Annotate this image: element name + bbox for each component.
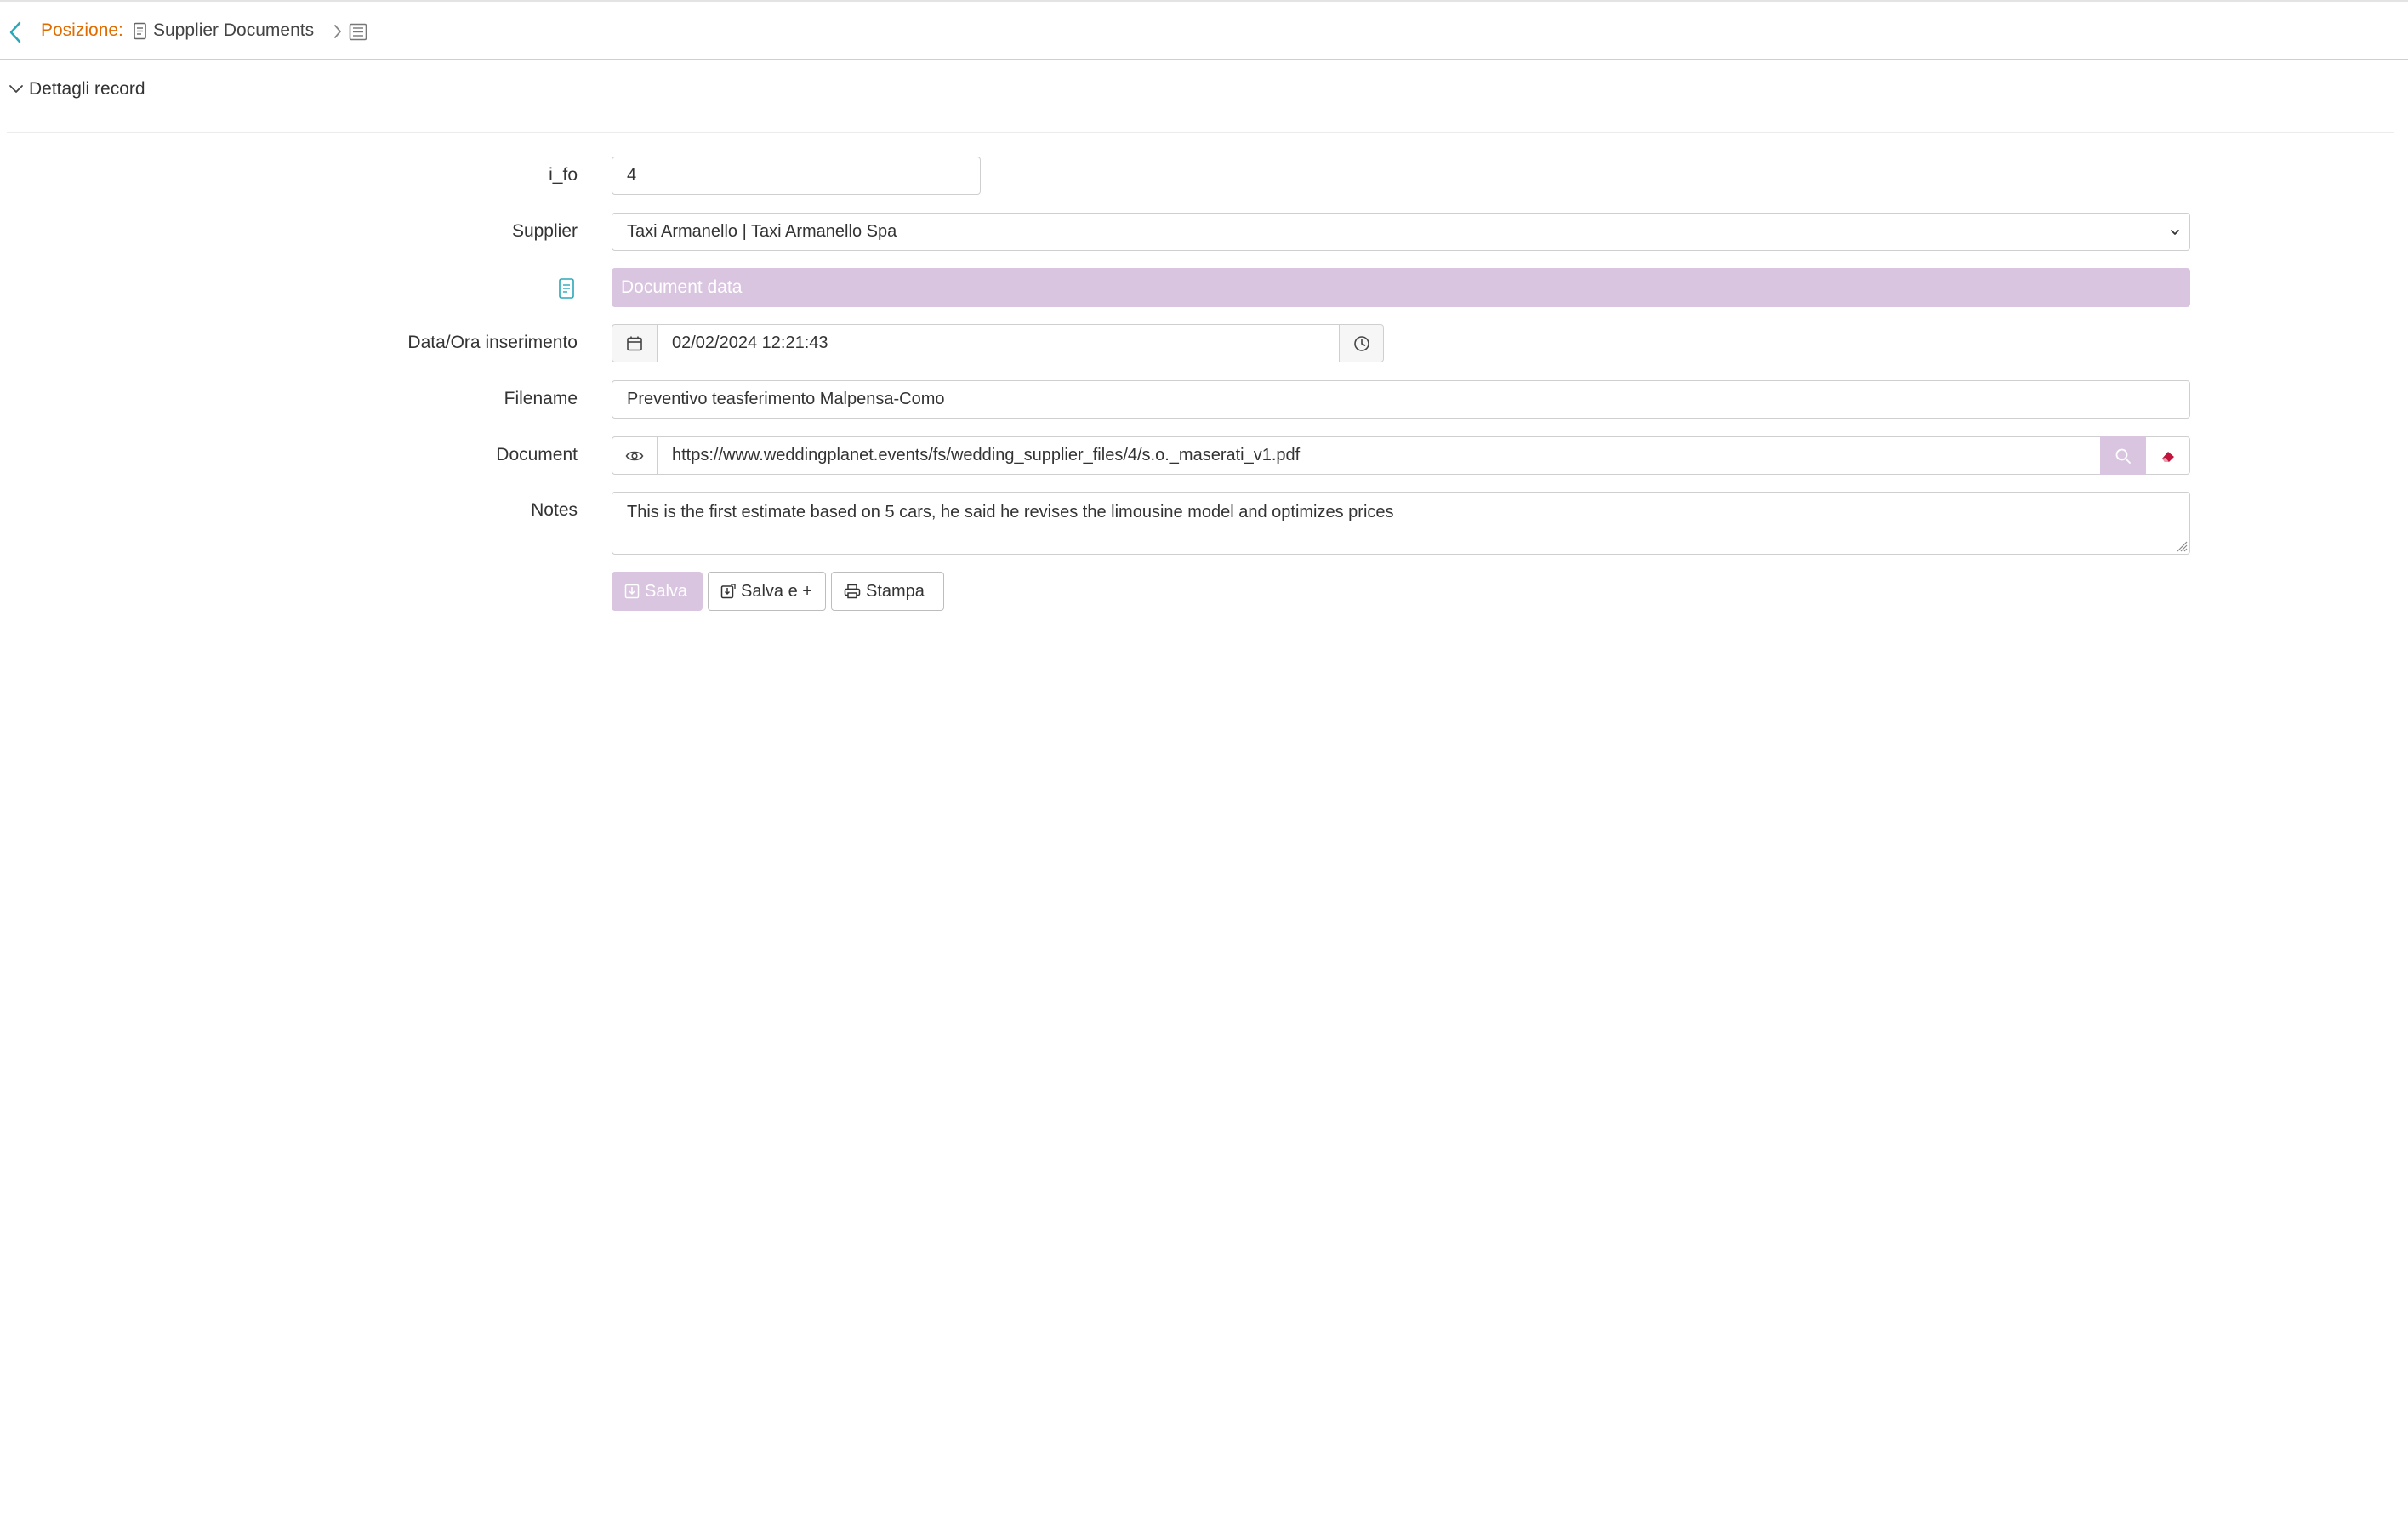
breadcrumb-label: Posizione: [41, 20, 123, 40]
record-details-toggle[interactable]: Dettagli record [9, 77, 145, 102]
document-data-header: Document data [612, 268, 2190, 307]
calendar-icon [627, 336, 642, 350]
document-url-value: https://www.weddingplanet.events/fs/wedd… [672, 446, 1301, 464]
notes-textarea[interactable]: This is the first estimate based on 5 ca… [612, 492, 2190, 555]
preview-document-button[interactable] [612, 436, 658, 475]
ifo-field[interactable]: 4 [612, 157, 981, 195]
clear-document-button[interactable] [2145, 436, 2190, 475]
document-data-title: Document data [621, 277, 743, 297]
supplier-select[interactable]: Taxi Armanello | Taxi Armanello Spa [612, 213, 2190, 251]
save-label: Salva [645, 581, 688, 601]
document-label: Document [496, 445, 578, 464]
document-icon [559, 278, 574, 299]
list-icon[interactable] [349, 23, 367, 41]
print-button[interactable]: Stampa [831, 572, 944, 611]
supplier-value: Taxi Armanello | Taxi Armanello Spa [627, 222, 897, 241]
printer-icon [844, 584, 861, 599]
chevron-left-icon [9, 21, 21, 43]
chevron-right-icon [334, 25, 341, 38]
ifo-value: 4 [627, 166, 637, 185]
save-and-new-button[interactable]: Salva e + [708, 572, 826, 611]
save-and-new-label: Salva e + [741, 581, 812, 601]
breadcrumb-current[interactable]: Supplier Documents [153, 20, 314, 41]
chevron-down-icon [2171, 230, 2179, 235]
back-button[interactable] [3, 19, 27, 46]
filename-label: Filename [504, 389, 578, 408]
document-url-input[interactable]: https://www.weddingplanet.events/fs/wedd… [657, 436, 2101, 475]
notes-value: This is the first estimate based on 5 ca… [627, 503, 1394, 521]
resize-grip-icon[interactable] [2174, 539, 2188, 552]
eraser-icon [2161, 451, 2174, 462]
supplier-label: Supplier [511, 221, 578, 241]
search-icon [2115, 448, 2131, 464]
filename-value: Preventivo teasferimento Malpensa-Como [627, 390, 945, 408]
notes-label: Notes [531, 500, 578, 520]
calendar-button[interactable] [612, 324, 658, 362]
search-document-button[interactable] [2100, 436, 2146, 475]
ifo-label: i_fo [549, 165, 578, 185]
clock-icon [1353, 335, 1369, 351]
datetime-input[interactable]: 02/02/2024 12:21:43 [657, 324, 1340, 362]
print-label: Stampa [866, 581, 925, 601]
datetime-value: 02/02/2024 12:21:43 [672, 333, 828, 352]
save-button[interactable]: Salva [612, 572, 703, 611]
section-divider [7, 132, 2394, 133]
save-icon [720, 584, 736, 599]
section-title: Dettagli record [29, 79, 145, 99]
clock-button[interactable] [1339, 324, 1384, 362]
filename-input[interactable]: Preventivo teasferimento Malpensa-Como [612, 380, 2190, 419]
eye-icon [625, 451, 644, 460]
document-icon [134, 22, 146, 40]
datetime-label: Data/Ora inserimento [407, 333, 578, 352]
save-icon [624, 584, 640, 599]
chevron-down-icon [9, 85, 23, 93]
breadcrumb: Posizione: Supplier Documents [0, 2, 2408, 60]
